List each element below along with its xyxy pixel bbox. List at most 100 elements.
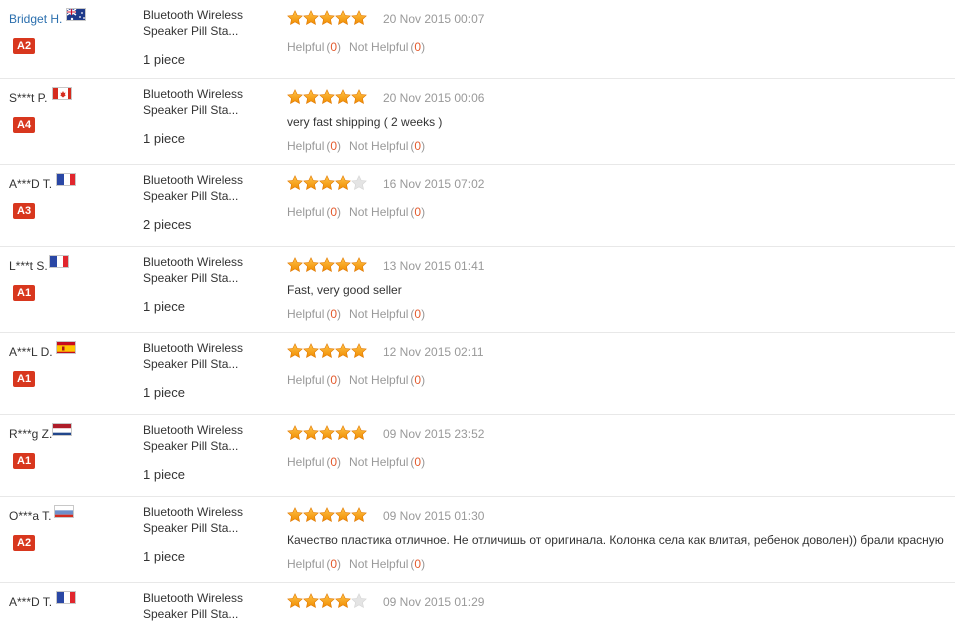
not-helpful-count: 0 <box>414 557 422 571</box>
not-helpful-button[interactable]: Not Helpful (0) <box>349 205 425 219</box>
order-quantity: 1 piece <box>143 52 185 67</box>
star-filled-icon <box>351 507 367 523</box>
not-helpful-button[interactable]: Not Helpful (0) <box>349 373 425 387</box>
star-filled-icon <box>335 343 351 359</box>
reviewer-name: A***D T. <box>9 595 53 609</box>
fr-flag-icon <box>49 255 69 268</box>
helpful-button[interactable]: Helpful (0) <box>287 205 341 219</box>
star-filled-icon <box>319 593 335 609</box>
not-helpful-count: 0 <box>414 373 422 387</box>
product-link[interactable]: Bluetooth Wireless Speaker Pill Sta... <box>143 172 263 204</box>
star-filled-icon <box>351 10 367 26</box>
star-filled-icon <box>303 593 319 609</box>
star-filled-icon <box>303 507 319 523</box>
star-empty-icon <box>351 593 367 609</box>
buyer-level-badge: A1 <box>13 371 36 387</box>
not-helpful-button[interactable]: Not Helpful (0) <box>349 307 425 321</box>
ru-flag-icon <box>54 505 74 518</box>
star-filled-icon <box>303 343 319 359</box>
product-link[interactable]: Bluetooth Wireless Speaker Pill Sta... <box>143 254 263 286</box>
helpful-button[interactable]: Helpful (0) <box>287 40 341 54</box>
buyer-level-badge: A4 <box>13 117 36 133</box>
product-link[interactable]: Bluetooth Wireless Speaker Pill Sta... <box>143 590 263 622</box>
helpful-button[interactable]: Helpful (0) <box>287 373 341 387</box>
helpful-button[interactable]: Helpful (0) <box>287 139 341 153</box>
order-quantity: 1 piece <box>143 299 185 314</box>
order-quantity: 2 pieces <box>143 217 192 232</box>
review-date: 09 Nov 2015 01:29 <box>383 595 485 609</box>
not-helpful-button[interactable]: Not Helpful (0) <box>349 455 425 469</box>
helpful-count: 0 <box>330 40 338 54</box>
review-date: 12 Nov 2015 02:11 <box>383 345 484 359</box>
helpful-label: Helpful <box>287 205 325 219</box>
product-link[interactable]: Bluetooth Wireless Speaker Pill Sta... <box>143 86 263 118</box>
review-row: O***a T. A2 Bluetooth Wireless Speaker Pil… <box>0 497 955 583</box>
star-filled-icon <box>287 89 303 105</box>
review-date: 20 Nov 2015 00:06 <box>383 91 485 105</box>
helpful-count: 0 <box>330 373 338 387</box>
helpful-label: Helpful <box>287 455 325 469</box>
feedback-bar: Helpful (0) Not Helpful (0) <box>287 557 425 571</box>
helpful-count: 0 <box>330 557 338 571</box>
review-date: 09 Nov 2015 23:52 <box>383 427 485 441</box>
nl-flag-icon <box>52 423 72 436</box>
star-filled-icon <box>319 175 335 191</box>
helpful-button[interactable]: Helpful (0) <box>287 455 341 469</box>
product-link[interactable]: Bluetooth Wireless Speaker Pill Sta... <box>143 422 263 454</box>
review-row: S***t P. A4 Bluetooth Wireless Speaker Pil… <box>0 79 955 165</box>
product-link[interactable]: Bluetooth Wireless Speaker Pill Sta... <box>143 7 263 39</box>
rating-stars <box>287 343 367 359</box>
star-filled-icon <box>351 257 367 273</box>
review-comment: Fast, very good seller <box>287 283 402 297</box>
star-filled-icon <box>287 425 303 441</box>
star-filled-icon <box>287 507 303 523</box>
helpful-count: 0 <box>330 307 338 321</box>
star-filled-icon <box>335 10 351 26</box>
product-link[interactable]: Bluetooth Wireless Speaker Pill Sta... <box>143 340 263 372</box>
star-filled-icon <box>319 425 335 441</box>
helpful-button[interactable]: Helpful (0) <box>287 307 341 321</box>
not-helpful-label: Not Helpful <box>349 139 409 153</box>
rating-stars <box>287 10 367 26</box>
helpful-count: 0 <box>330 205 338 219</box>
not-helpful-button[interactable]: Not Helpful (0) <box>349 139 425 153</box>
review-row: A***D T. A3 Bluetooth Wireless Speaker Pil… <box>0 165 955 247</box>
star-filled-icon <box>351 343 367 359</box>
buyer-level-badge: A1 <box>13 453 36 469</box>
product-link[interactable]: Bluetooth Wireless Speaker Pill Sta... <box>143 504 263 536</box>
buyer-level-badge: A3 <box>13 203 36 219</box>
fr-flag-icon <box>56 591 76 604</box>
star-filled-icon <box>319 507 335 523</box>
not-helpful-button[interactable]: Not Helpful (0) <box>349 40 425 54</box>
buyer-level-badge: A2 <box>13 535 36 551</box>
rating-stars <box>287 175 367 191</box>
review-row: A***D T. Bluetooth Wireless Speaker Pill … <box>0 583 955 643</box>
star-filled-icon <box>351 425 367 441</box>
reviewer-name[interactable]: Bridget H. <box>9 12 62 26</box>
review-date: 20 Nov 2015 00:07 <box>383 12 485 26</box>
review-date: 09 Nov 2015 01:30 <box>383 509 485 523</box>
review-date: 13 Nov 2015 01:41 <box>383 259 485 273</box>
not-helpful-button[interactable]: Not Helpful (0) <box>349 557 425 571</box>
rating-stars <box>287 257 367 273</box>
feedback-bar: Helpful (0) Not Helpful (0) <box>287 139 425 153</box>
star-filled-icon <box>319 343 335 359</box>
review-comment: very fast shipping ( 2 weeks ) <box>287 115 443 129</box>
reviewer-name: L***t S. <box>9 259 48 273</box>
review-date: 16 Nov 2015 07:02 <box>383 177 485 191</box>
star-filled-icon <box>287 10 303 26</box>
helpful-button[interactable]: Helpful (0) <box>287 557 341 571</box>
reviewer-name: O***a T. <box>9 509 52 523</box>
helpful-count: 0 <box>330 139 338 153</box>
star-filled-icon <box>335 425 351 441</box>
feedback-bar: Helpful (0) Not Helpful (0) <box>287 205 425 219</box>
star-filled-icon <box>303 425 319 441</box>
feedback-bar: Helpful (0) Not Helpful (0) <box>287 307 425 321</box>
buyer-level-badge: A1 <box>13 285 36 301</box>
not-helpful-label: Not Helpful <box>349 307 409 321</box>
reviewer-name: A***L D. <box>9 345 53 359</box>
star-filled-icon <box>319 89 335 105</box>
star-filled-icon <box>303 257 319 273</box>
star-filled-icon <box>287 257 303 273</box>
fr-flag-icon <box>56 173 76 186</box>
